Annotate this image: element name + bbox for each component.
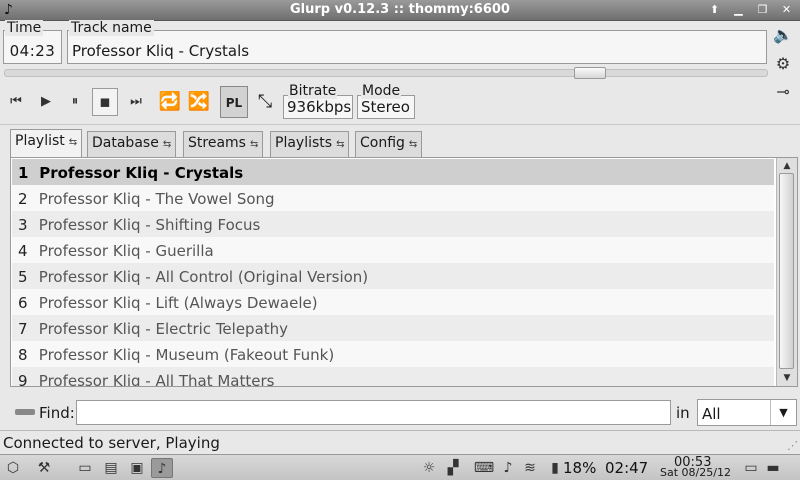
start-menu-icon[interactable]: ⬡ — [2, 458, 24, 478]
find-label: Find: — [39, 404, 75, 422]
restore-icon[interactable]: ❐ — [751, 2, 774, 18]
scrollbar-thumb[interactable] — [779, 173, 794, 369]
previous-button[interactable]: ⏮ — [3, 88, 29, 116]
battery-time: 02:47 — [605, 459, 649, 477]
terminal-icon[interactable]: ▣ — [126, 458, 148, 478]
signal-icon[interactable]: ▞ — [442, 458, 464, 478]
next-button[interactable]: ⏭ — [123, 88, 149, 116]
playlist-row[interactable]: 7 Professor Kliq - Electric Telepathy — [12, 315, 774, 341]
clock-date[interactable]: Sat 08/25/12 — [660, 466, 731, 479]
battery-percent: 18% — [563, 459, 597, 477]
seek-thumb[interactable] — [574, 67, 606, 79]
tab-playlist[interactable]: Playlist ⇆ — [10, 129, 83, 158]
playlist-row[interactable]: 4 Professor Kliq - Guerilla — [12, 237, 774, 263]
find-input[interactable] — [76, 400, 671, 425]
scroll-down-icon[interactable]: ▼ — [779, 372, 795, 384]
playlist-row[interactable]: 6 Professor Kliq - Lift (Always Dewaele) — [12, 289, 774, 315]
playlist-row[interactable]: 8 Professor Kliq - Museum (Fakeout Funk) — [12, 341, 774, 367]
track-name-value: Professor Kliq - Crystals — [72, 42, 250, 60]
file-manager-icon[interactable]: ▤ — [100, 458, 122, 478]
tools-icon[interactable]: ⚒ — [33, 458, 55, 478]
workspace-icon[interactable]: ▬ — [762, 458, 784, 478]
playlist-row[interactable]: 5 Professor Kliq - All Control (Original… — [12, 263, 774, 289]
minimize-icon[interactable]: ▁ — [727, 2, 750, 18]
playlist-view[interactable]: 1 Professor Kliq - Crystals 2 Professor … — [10, 157, 798, 387]
playlist-scrollbar[interactable]: ▲ ▼ — [776, 158, 797, 386]
playlist-row[interactable]: 2 Professor Kliq - The Vowel Song — [12, 185, 774, 211]
wifi-icon[interactable]: ≋ — [519, 458, 541, 478]
track-frame: Professor Kliq - Crystals — [67, 30, 767, 64]
resize-grip-icon[interactable]: ⋰ — [787, 439, 798, 452]
playlist-row[interactable]: 9 Professor Kliq - All That Matters — [12, 367, 774, 386]
playlist-list: 1 Professor Kliq - Crystals 2 Professor … — [12, 159, 774, 386]
keyboard-icon[interactable]: ⌨ — [473, 458, 495, 478]
show-desktop-icon[interactable]: ▭ — [740, 458, 762, 478]
volume-icon[interactable]: 🔈 — [772, 25, 794, 47]
title-bar[interactable]: ♪ Glurp v0.12.3 :: thommy:6600 ⬆ ▁ ❐ ✕ — [0, 0, 800, 21]
separator — [0, 124, 800, 125]
mini-mode-icon[interactable]: ⤡ — [251, 86, 279, 118]
tab-database[interactable]: Database ⇆ — [87, 131, 177, 157]
stop-button[interactable]: ◼ — [92, 88, 118, 116]
connection-plug-icon[interactable]: ⊸ — [772, 82, 794, 104]
play-button[interactable]: ▶ — [33, 88, 59, 116]
track-name-label: Track name — [69, 20, 154, 36]
repeat-toggle[interactable]: 🔁 — [156, 86, 184, 118]
up-icon[interactable]: ⬆ — [703, 2, 726, 18]
playlist-row[interactable]: 3 Professor Kliq - Shifting Focus — [12, 211, 774, 237]
tab-playlists[interactable]: Playlists ⇆ — [270, 131, 350, 157]
close-icon[interactable]: ✕ — [775, 2, 798, 18]
seek-bar[interactable] — [4, 67, 768, 79]
mode-label: Mode — [361, 83, 402, 99]
scroll-up-icon[interactable]: ▲ — [779, 160, 795, 172]
window-title: Glurp v0.12.3 :: thommy:6600 — [290, 2, 510, 17]
tab-streams[interactable]: Streams ⇆ — [183, 131, 264, 157]
in-label: in — [676, 404, 690, 422]
shuffle-toggle[interactable]: 🔀 — [185, 86, 213, 118]
find-toggle-handle[interactable] — [15, 409, 35, 415]
bitrate-label: Bitrate — [288, 83, 338, 99]
time-value: 04:23 — [9, 42, 56, 60]
search-scope-value: All — [702, 405, 721, 423]
battery-icon[interactable]: ▮ — [548, 458, 562, 478]
chevron-down-icon[interactable]: ▼ — [770, 400, 796, 425]
tab-config[interactable]: Config ⇆ — [355, 131, 423, 157]
search-scope-select[interactable]: All ▼ — [697, 399, 797, 426]
pause-button[interactable]: ⏸ — [62, 88, 88, 116]
window-controls: ⬆ ▁ ❐ ✕ — [702, 2, 798, 18]
glurp-task-icon[interactable]: ♪ — [151, 458, 173, 478]
status-bar: Connected to server, Playing ⋰ — [0, 430, 800, 454]
settings-wrench-icon[interactable]: ⚙ — [772, 54, 794, 76]
music-note-icon[interactable]: ♪ — [497, 458, 519, 478]
playlist-row[interactable]: 1 Professor Kliq - Crystals — [12, 159, 774, 185]
desktop-icon[interactable]: ▭ — [74, 458, 96, 478]
time-label: Time — [5, 20, 44, 36]
playlist-toggle[interactable]: PL — [220, 86, 248, 118]
brightness-icon[interactable]: ☼ — [418, 458, 440, 478]
status-text: Connected to server, Playing — [3, 434, 220, 452]
